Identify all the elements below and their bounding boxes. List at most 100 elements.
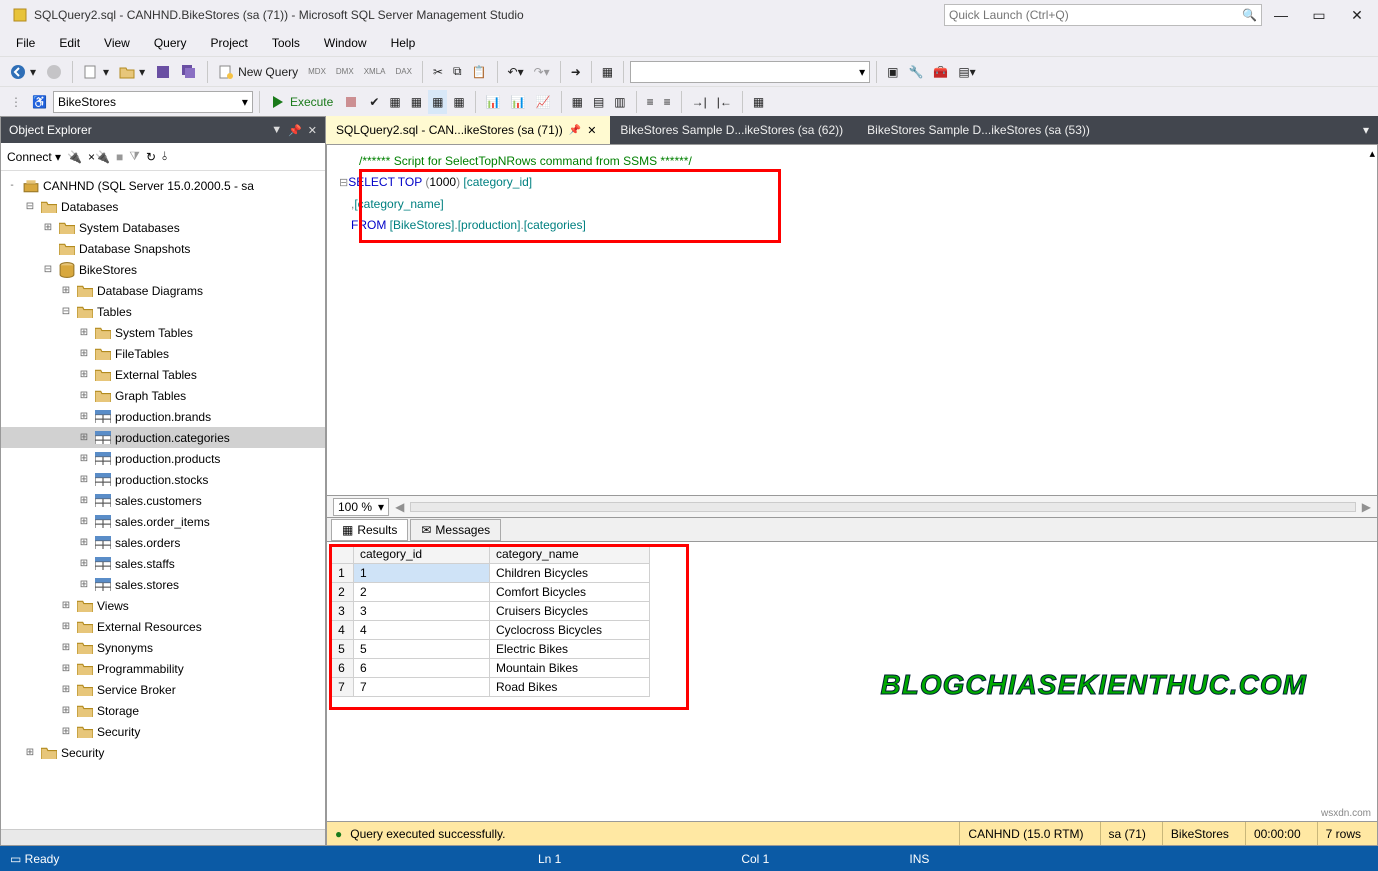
database-combo[interactable]: BikeStores▾	[53, 91, 253, 113]
minimize-button[interactable]: —	[1274, 8, 1288, 22]
tree-node[interactable]: ⊞Graph Tables	[1, 385, 325, 406]
tool1-button[interactable]: ▣	[883, 60, 902, 84]
stop-icon[interactable]: ■	[116, 150, 123, 164]
tree-node[interactable]: ⊞production.stocks	[1, 469, 325, 490]
save-button[interactable]	[151, 60, 175, 84]
quick-launch-input[interactable]	[949, 8, 1242, 22]
stats2-button[interactable]: 📊	[507, 90, 530, 114]
tree-node[interactable]: Database Snapshots	[1, 238, 325, 259]
include-plan-button[interactable]: ▦	[407, 90, 426, 114]
tree-node[interactable]: ⊟BikeStores	[1, 259, 325, 280]
tree-server-node[interactable]: - CANHND (SQL Server 15.0.2000.5 - sa	[1, 175, 325, 196]
toolbox-icon[interactable]: 🧰	[929, 60, 952, 84]
results-to-grid-button[interactable]: ▦	[428, 90, 447, 114]
layout-icon[interactable]: ▤▾	[954, 60, 979, 84]
menu-file[interactable]: File	[6, 32, 45, 54]
tree-node[interactable]: ⊞Service Broker	[1, 679, 325, 700]
tree-node[interactable]: ⊞External Resources	[1, 616, 325, 637]
tree-node[interactable]: ⊞sales.staffs	[1, 553, 325, 574]
nav-back-button[interactable]: ▾	[6, 60, 40, 84]
maximize-button[interactable]: ▭	[1312, 8, 1326, 22]
redo-button[interactable]: ↷▾	[530, 60, 554, 84]
mdx-button[interactable]: MDX	[304, 60, 330, 84]
tree-node[interactable]: ⊞System Tables	[1, 322, 325, 343]
tree-node[interactable]: ⊞Programmability	[1, 658, 325, 679]
execute-button[interactable]: Execute	[266, 90, 337, 114]
tab-sqlquery2[interactable]: SQLQuery2.sql - CAN...ikeStores (sa (71)…	[326, 116, 610, 144]
zoom-combo[interactable]: 100 %▾	[333, 498, 389, 516]
tab-sample-62[interactable]: BikeStores Sample D...ikeStores (sa (62)…	[610, 116, 857, 144]
tree-node[interactable]: ⊞production.brands	[1, 406, 325, 427]
copy-button[interactable]: ⧉	[449, 60, 466, 84]
close-icon[interactable]: ✕	[587, 124, 596, 137]
results-to-text-button[interactable]: ▦	[449, 90, 468, 114]
wrench-icon[interactable]: 🔧	[904, 60, 927, 84]
dax-button[interactable]: DAX	[391, 60, 415, 84]
tree-node[interactable]: ⊞sales.orders	[1, 532, 325, 553]
refresh-icon[interactable]: ↻	[146, 150, 156, 164]
params-button[interactable]: ⋮	[6, 90, 26, 114]
tree-node[interactable]: ⊞sales.customers	[1, 490, 325, 511]
close-button[interactable]: ✕	[1350, 8, 1364, 22]
results-text-icon[interactable]: ▤	[589, 90, 608, 114]
quick-launch-box[interactable]: 🔍	[944, 4, 1262, 26]
solution-combo[interactable]: ▾	[630, 61, 870, 83]
tree-node[interactable]: ⊟Tables	[1, 301, 325, 322]
cut-button[interactable]: ✂	[429, 60, 447, 84]
dmx-button[interactable]: DMX	[332, 60, 358, 84]
ext-button[interactable]: ♿	[28, 90, 51, 114]
outdent-button[interactable]: |←	[713, 90, 736, 114]
tab-results[interactable]: ▦Results	[331, 519, 408, 541]
filter-icon[interactable]: ⧩	[129, 149, 140, 164]
tab-messages[interactable]: ✉Messages	[410, 519, 501, 541]
menu-query[interactable]: Query	[144, 32, 197, 54]
arrow-button[interactable]: ➜	[567, 60, 585, 84]
tree-node[interactable]: ⊞Views	[1, 595, 325, 616]
menu-edit[interactable]: Edit	[49, 32, 90, 54]
results-file-icon[interactable]: ▥	[610, 90, 629, 114]
open-button[interactable]: ▾	[115, 60, 149, 84]
tree-node[interactable]: ⊞External Tables	[1, 364, 325, 385]
uncomment-button[interactable]: ≡	[660, 90, 675, 114]
disconnect2-icon[interactable]: ×🔌	[88, 150, 110, 164]
dropdown-icon[interactable]: ▼	[271, 124, 282, 136]
tabs-overflow-icon[interactable]: ▾	[1354, 116, 1378, 144]
nav-left-icon[interactable]: ◀	[395, 500, 404, 514]
tree-node[interactable]: ⊞Security	[1, 721, 325, 742]
nav-right-icon[interactable]: ▶	[1362, 500, 1371, 514]
save-all-button[interactable]	[177, 60, 201, 84]
tree-node[interactable]: ⊞sales.order_items	[1, 511, 325, 532]
comment-button[interactable]: ≡	[643, 90, 658, 114]
parse-button[interactable]: ✔	[365, 90, 383, 114]
xmla-button[interactable]: XMLA	[360, 60, 390, 84]
nav-fwd-button[interactable]	[42, 60, 66, 84]
tree-node[interactable]: ⊞sales.stores	[1, 574, 325, 595]
tab-sample-53[interactable]: BikeStores Sample D...ikeStores (sa (53)…	[857, 116, 1104, 144]
tree-node[interactable]: ⊞production.categories	[1, 427, 325, 448]
tree-node[interactable]: ⊞Synonyms	[1, 637, 325, 658]
horizontal-scrollbar[interactable]	[1, 829, 325, 845]
activity-icon[interactable]: ⫰	[162, 149, 167, 164]
tree-node[interactable]: ⊞Security	[1, 742, 325, 763]
tree-node[interactable]: ⊟Databases	[1, 196, 325, 217]
client-stats-button[interactable]: 📈	[532, 90, 555, 114]
menu-window[interactable]: Window	[314, 32, 377, 54]
editor-horizontal-scrollbar[interactable]	[410, 502, 1355, 512]
new-query-button[interactable]: New Query	[214, 60, 302, 84]
tree-node[interactable]: ⊞production.products	[1, 448, 325, 469]
pin-icon[interactable]: 📌	[569, 125, 581, 136]
collapse-icon[interactable]: ▴	[1369, 147, 1375, 160]
search-icon[interactable]: 🔍	[1242, 8, 1257, 22]
new-item-button[interactable]: ▾	[79, 60, 113, 84]
object-tree[interactable]: - CANHND (SQL Server 15.0.2000.5 - sa ⊟D…	[1, 171, 325, 829]
menu-view[interactable]: View	[94, 32, 140, 54]
tree-node[interactable]: ⊞Storage	[1, 700, 325, 721]
menu-tools[interactable]: Tools	[262, 32, 310, 54]
menu-project[interactable]: Project	[201, 32, 258, 54]
close-icon[interactable]: ✕	[308, 124, 317, 137]
solution-button[interactable]: ▦	[598, 60, 617, 84]
indent-button[interactable]: →|	[688, 90, 711, 114]
disconnect-icon[interactable]: 🔌	[67, 150, 82, 164]
tree-node[interactable]: ⊞Database Diagrams	[1, 280, 325, 301]
paste-button[interactable]: 📋	[468, 60, 491, 84]
